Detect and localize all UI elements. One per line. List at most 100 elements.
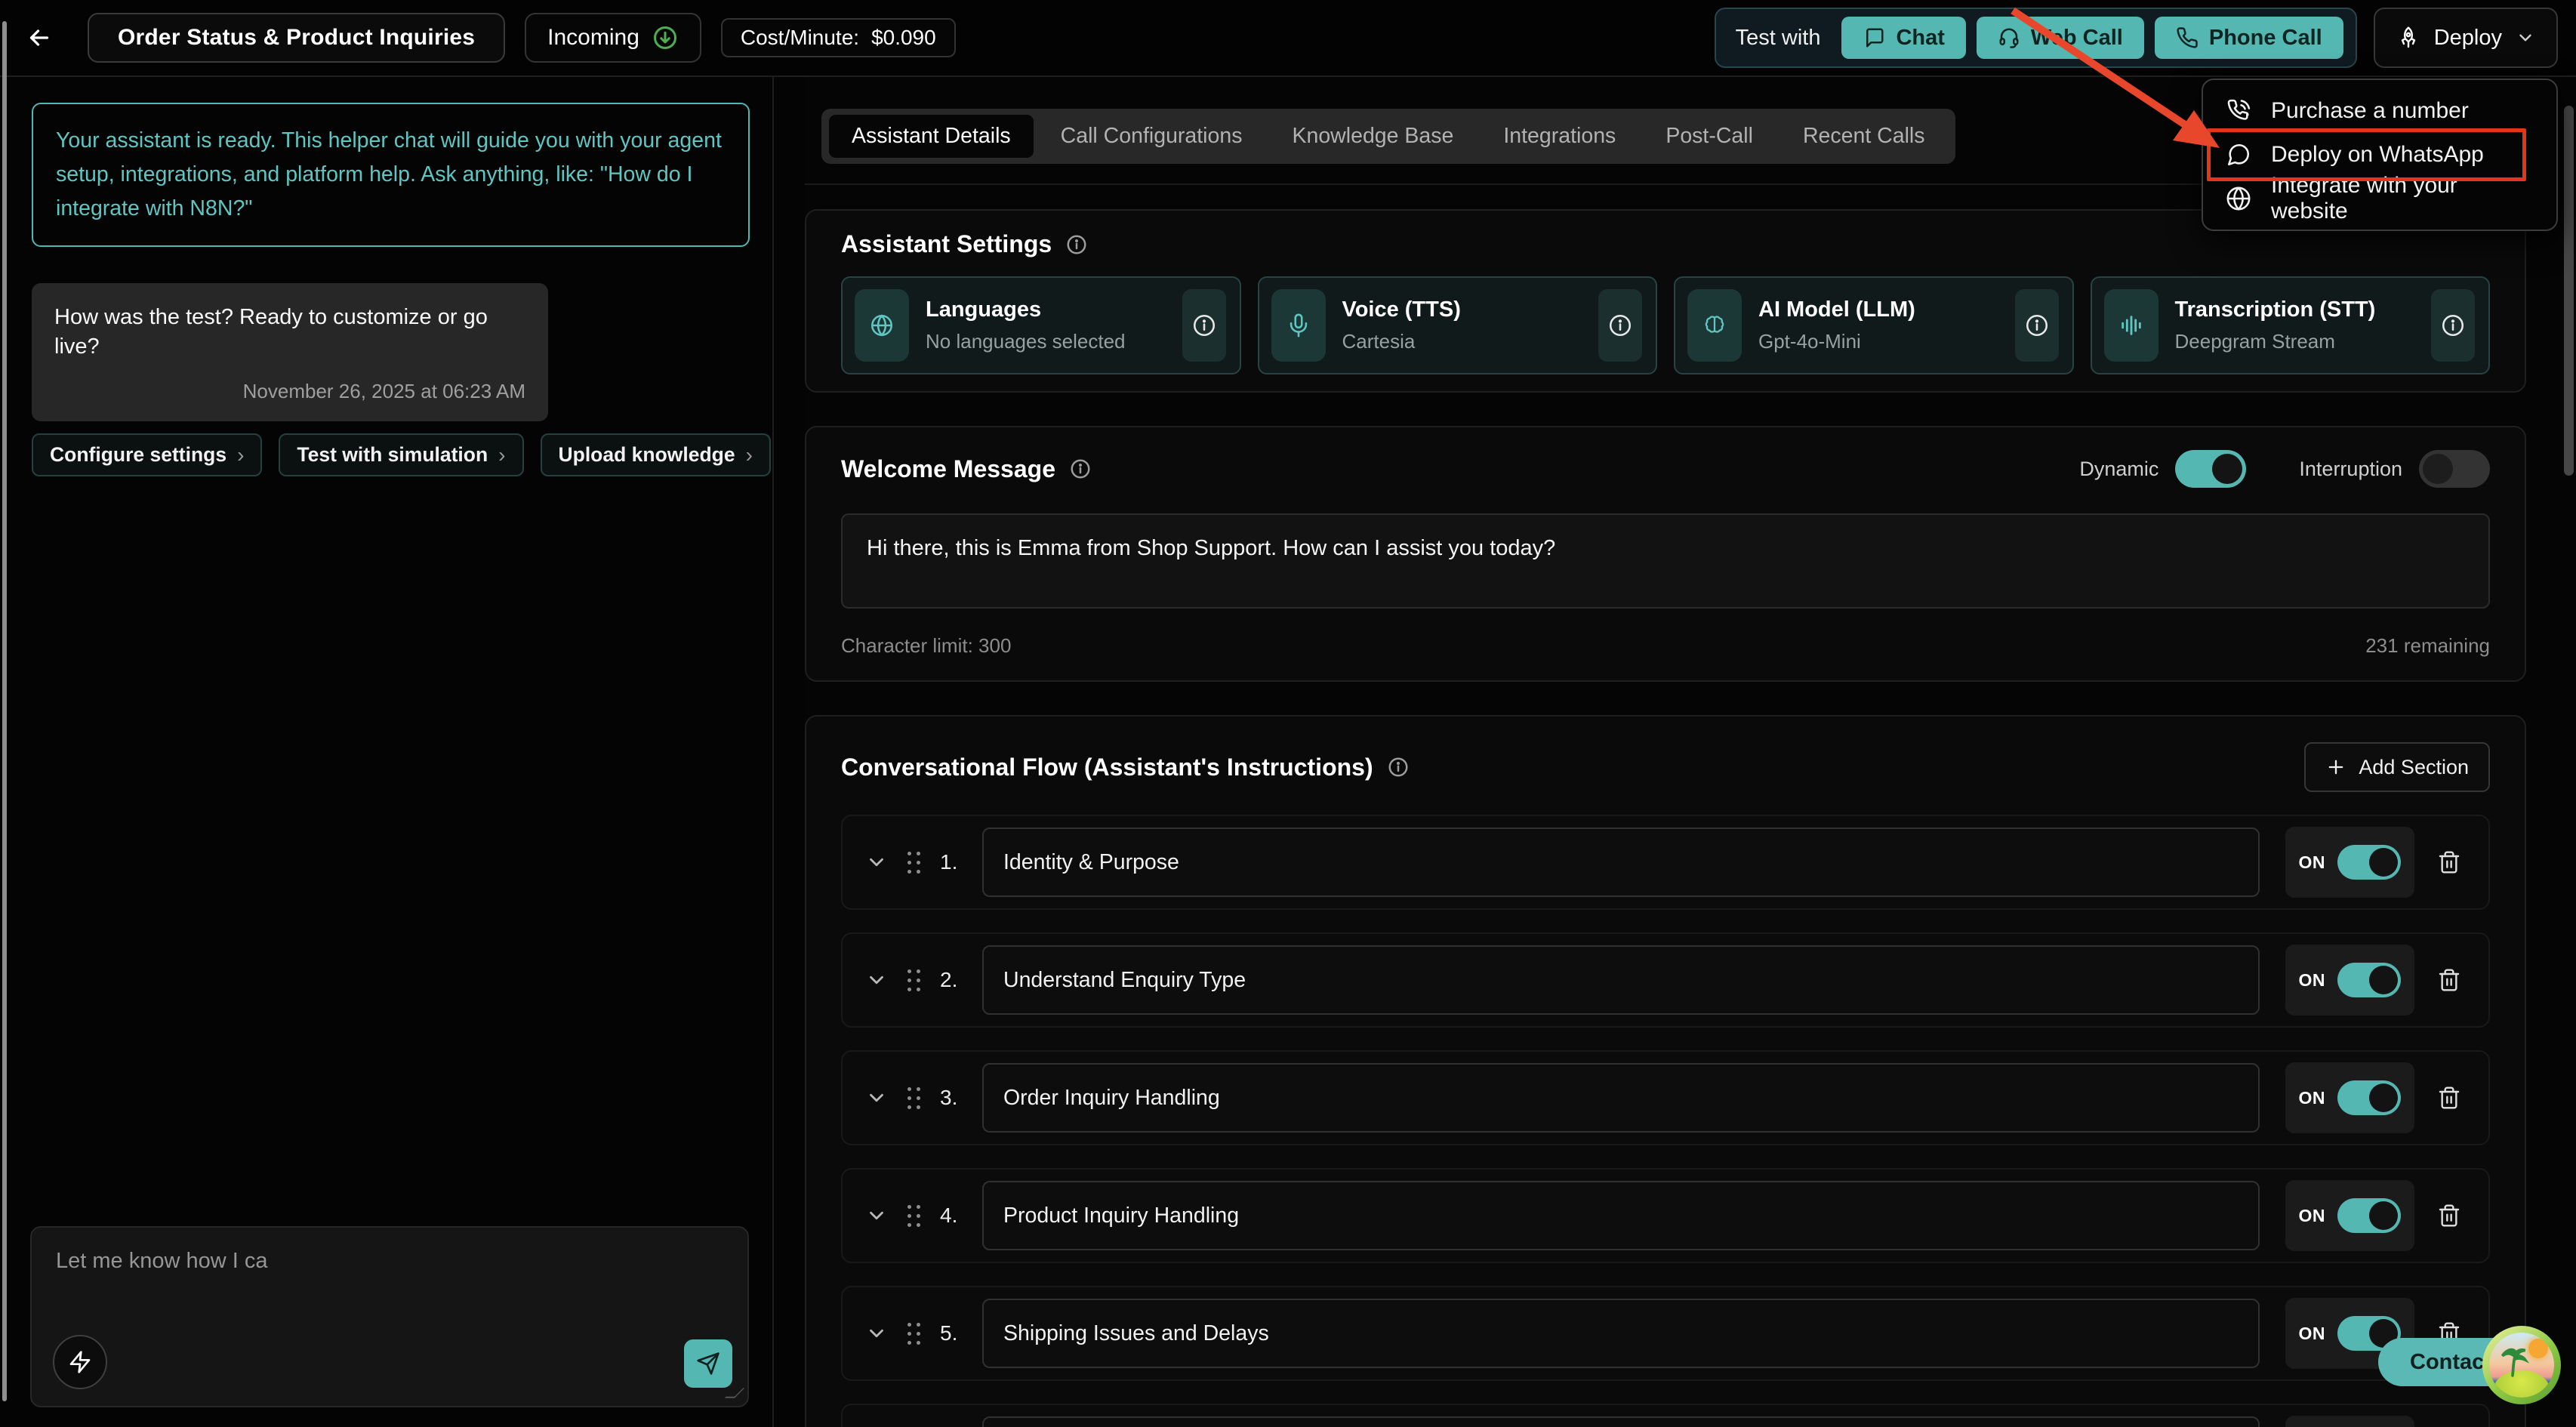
section-title-input[interactable]: Product Inquiry Handling xyxy=(982,1181,2260,1250)
info-icon[interactable] xyxy=(1387,756,1410,778)
phone-call-button[interactable]: Phone Call xyxy=(2155,17,2343,59)
web-call-button[interactable]: Web Call xyxy=(1977,17,2144,59)
expand-chevron-icon[interactable] xyxy=(865,1086,888,1109)
assistant-title[interactable]: Order Status & Product Inquiries xyxy=(88,13,505,63)
chat-input-placeholder: Let me know how I ca xyxy=(56,1249,267,1274)
trash-icon xyxy=(2437,850,2461,874)
transcription-stt-card[interactable]: Transcription (STT) Deepgram Stream xyxy=(2091,276,2491,374)
section-title-input[interactable] xyxy=(982,1416,2260,1427)
drag-handle-icon[interactable] xyxy=(907,1205,920,1227)
drag-handle-icon[interactable] xyxy=(907,969,920,991)
expand-chevron-icon[interactable] xyxy=(865,1322,888,1345)
interruption-toggle-label: Interruption xyxy=(2299,458,2402,481)
info-button[interactable] xyxy=(1182,289,1226,362)
resize-handle[interactable] xyxy=(725,1388,744,1398)
window-scrollbar[interactable] xyxy=(2,21,7,1401)
section-title-input[interactable]: Shipping Issues and Delays xyxy=(982,1299,2260,1368)
card-title: Languages xyxy=(926,297,1126,322)
cost-value: $0.090 xyxy=(871,26,936,50)
add-section-button[interactable]: Add Section xyxy=(2304,742,2490,792)
delete-section-button[interactable] xyxy=(2437,1204,2461,1228)
test-with-simulation-button[interactable]: Test with simulation› xyxy=(279,433,523,476)
section-title-input[interactable]: Understand Enquiry Type xyxy=(982,945,2260,1015)
tab-assistant-details[interactable]: Assistant Details xyxy=(829,115,1034,158)
interruption-toggle[interactable] xyxy=(2419,450,2490,488)
delete-section-button[interactable] xyxy=(2437,1086,2461,1110)
welcome-message-textarea[interactable]: Hi there, this is Emma from Shop Support… xyxy=(841,513,2490,609)
delete-section-button[interactable] xyxy=(2437,968,2461,992)
section-title-input[interactable]: Order Inquiry Handling xyxy=(982,1063,2260,1133)
section-toggle[interactable] xyxy=(2337,1080,2401,1115)
on-label: ON xyxy=(2299,1206,2326,1226)
on-label: ON xyxy=(2299,1088,2326,1108)
call-direction-select[interactable]: Incoming xyxy=(525,13,701,63)
section-toggle[interactable] xyxy=(2337,845,2401,880)
welcome-message-header: Welcome Message Dynamic Interruption xyxy=(841,450,2490,488)
info-icon[interactable] xyxy=(1069,458,1092,480)
configure-settings-button[interactable]: Configure settings› xyxy=(32,433,262,476)
tab-post-call[interactable]: Post-Call xyxy=(1643,115,1776,158)
chevron-right-icon: › xyxy=(237,443,244,467)
info-button[interactable] xyxy=(2015,289,2059,362)
expand-chevron-icon[interactable] xyxy=(865,851,888,874)
quick-prompts-button[interactable] xyxy=(53,1335,107,1389)
chat-input[interactable]: Let me know how I ca xyxy=(30,1226,749,1407)
tab-recent-calls[interactable]: Recent Calls xyxy=(1780,115,1948,158)
assistant-settings-title: Assistant Settings xyxy=(841,230,1052,258)
chat-test-button[interactable]: Chat xyxy=(1841,17,1965,59)
section-number: 3. xyxy=(940,1086,972,1110)
island-badge[interactable] xyxy=(2482,1326,2561,1404)
ai-model-llm-card[interactable]: AI Model (LLM) Gpt-4o-Mini xyxy=(1674,276,2074,374)
languages-card[interactable]: Languages No languages selected xyxy=(841,276,1241,374)
welcome-message-title: Welcome Message xyxy=(841,455,1055,483)
tab-knowledge-base[interactable]: Knowledge Base xyxy=(1269,115,1476,158)
tab-integrations[interactable]: Integrations xyxy=(1481,115,1638,158)
assistant-settings-header: Assistant Settings xyxy=(841,230,2490,258)
menu-item-label: Deploy on WhatsApp xyxy=(2271,142,2484,168)
info-button[interactable] xyxy=(2431,289,2475,362)
menu-item-integrate-website[interactable]: Integrate with your website xyxy=(2203,177,2556,220)
upload-knowledge-button[interactable]: Upload knowledge› xyxy=(541,433,771,476)
delete-section-button[interactable] xyxy=(2437,850,2461,874)
info-icon[interactable] xyxy=(1065,233,1088,256)
plus-icon xyxy=(2325,757,2346,778)
deploy-button[interactable]: Deploy xyxy=(2374,8,2558,68)
info-button[interactable] xyxy=(1598,289,1642,362)
web-call-button-label: Web Call xyxy=(2031,26,2123,51)
drag-handle-icon[interactable] xyxy=(907,1087,920,1109)
welcome-message-title-row: Welcome Message xyxy=(841,455,1092,483)
send-icon xyxy=(696,1351,720,1376)
app-window: Order Status & Product Inquiries Incomin… xyxy=(0,0,2576,1427)
section-title-input[interactable]: Identity & Purpose xyxy=(982,828,2260,897)
expand-chevron-icon[interactable] xyxy=(865,1204,888,1227)
tab-call-configurations[interactable]: Call Configurations xyxy=(1038,115,1265,158)
chevron-down-icon xyxy=(2516,28,2535,48)
back-button[interactable] xyxy=(18,17,60,59)
section-toggle[interactable] xyxy=(2337,963,2401,997)
assistant-title-text: Order Status & Product Inquiries xyxy=(118,25,475,51)
arrow-left-icon xyxy=(26,24,53,51)
drag-handle-icon[interactable] xyxy=(907,852,920,874)
drag-handle-icon[interactable] xyxy=(907,1323,920,1345)
trash-icon xyxy=(2437,1204,2461,1228)
on-label: ON xyxy=(2299,970,2326,991)
quick-actions-row: Configure settings› Test with simulation… xyxy=(32,433,750,476)
menu-item-deploy-whatsapp[interactable]: Deploy on WhatsApp xyxy=(2203,133,2556,177)
section-toggle[interactable] xyxy=(2337,1198,2401,1233)
cost-per-minute: Cost/Minute: $0.090 xyxy=(721,18,956,57)
palm-tree-icon xyxy=(2494,1340,2531,1379)
send-message-button[interactable] xyxy=(684,1339,732,1388)
menu-item-label: Integrate with your website xyxy=(2271,173,2534,224)
voice-tts-card[interactable]: Voice (TTS) Cartesia xyxy=(1258,276,1658,374)
section-enabled-control: ON xyxy=(2285,827,2415,898)
info-icon xyxy=(2024,313,2050,338)
card-text: Transcription (STT) Deepgram Stream xyxy=(2175,297,2376,353)
headset-icon xyxy=(1998,26,2020,49)
page-scrollbar-thumb[interactable] xyxy=(2564,106,2574,476)
helper-chat-panel: Your assistant is ready. This helper cha… xyxy=(9,77,774,1427)
dynamic-toggle[interactable] xyxy=(2175,450,2246,488)
call-direction-label: Incoming xyxy=(547,25,639,51)
section-title-text: Identity & Purpose xyxy=(1003,850,1179,875)
expand-chevron-icon[interactable] xyxy=(865,969,888,991)
menu-item-purchase-number[interactable]: Purchase a number xyxy=(2203,89,2556,133)
